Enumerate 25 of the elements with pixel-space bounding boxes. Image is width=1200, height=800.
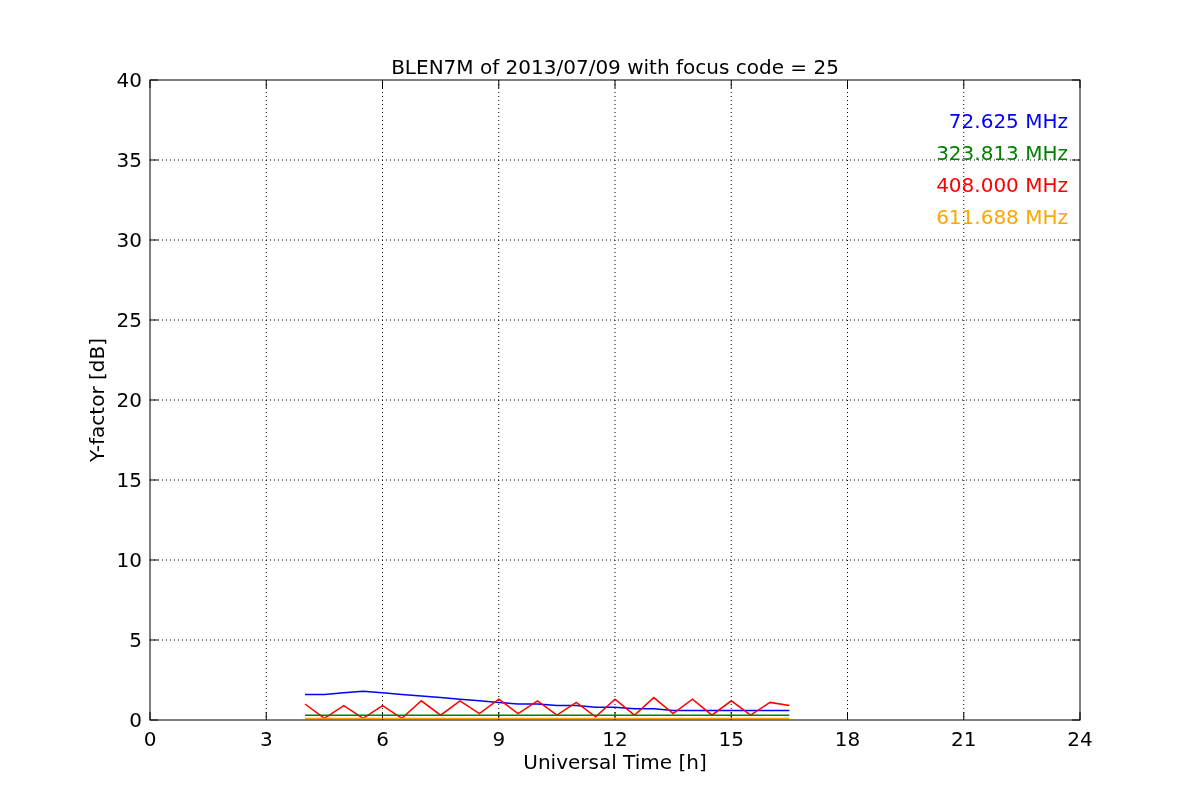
tick-label: 20 [116, 388, 142, 412]
tick-label: 15 [718, 727, 744, 751]
tick-label: 30 [116, 228, 142, 252]
chart-title: BLEN7M of 2013/07/09 with focus code = 25 [391, 55, 839, 79]
tick-label: 35 [116, 148, 142, 172]
tick-label: 18 [834, 727, 861, 751]
legend-label: 72.625 MHz [948, 109, 1068, 133]
tick-label: 6 [376, 727, 389, 751]
tick-label: 21 [951, 727, 977, 751]
legend-label: 611.688 MHz [936, 205, 1068, 229]
tick-label: 15 [116, 468, 142, 492]
tick-label: 40 [116, 68, 142, 92]
tick-label: 10 [116, 548, 142, 572]
axis-label: Universal Time [h] [523, 750, 707, 774]
tick-label: 5 [129, 628, 142, 652]
axis-label: Y-factor [dB] [85, 338, 109, 462]
tick-label: 0 [129, 708, 142, 732]
tick-label: 24 [1067, 727, 1093, 751]
legend-label: 323.813 MHz [936, 141, 1068, 165]
tick-label: 12 [602, 727, 628, 751]
tick-label: 3 [259, 727, 273, 751]
legend-label: 408.000 MHz [936, 173, 1068, 197]
tick-label: 0 [143, 727, 157, 751]
tick-label: 9 [492, 727, 506, 751]
tick-label: 25 [116, 308, 142, 332]
